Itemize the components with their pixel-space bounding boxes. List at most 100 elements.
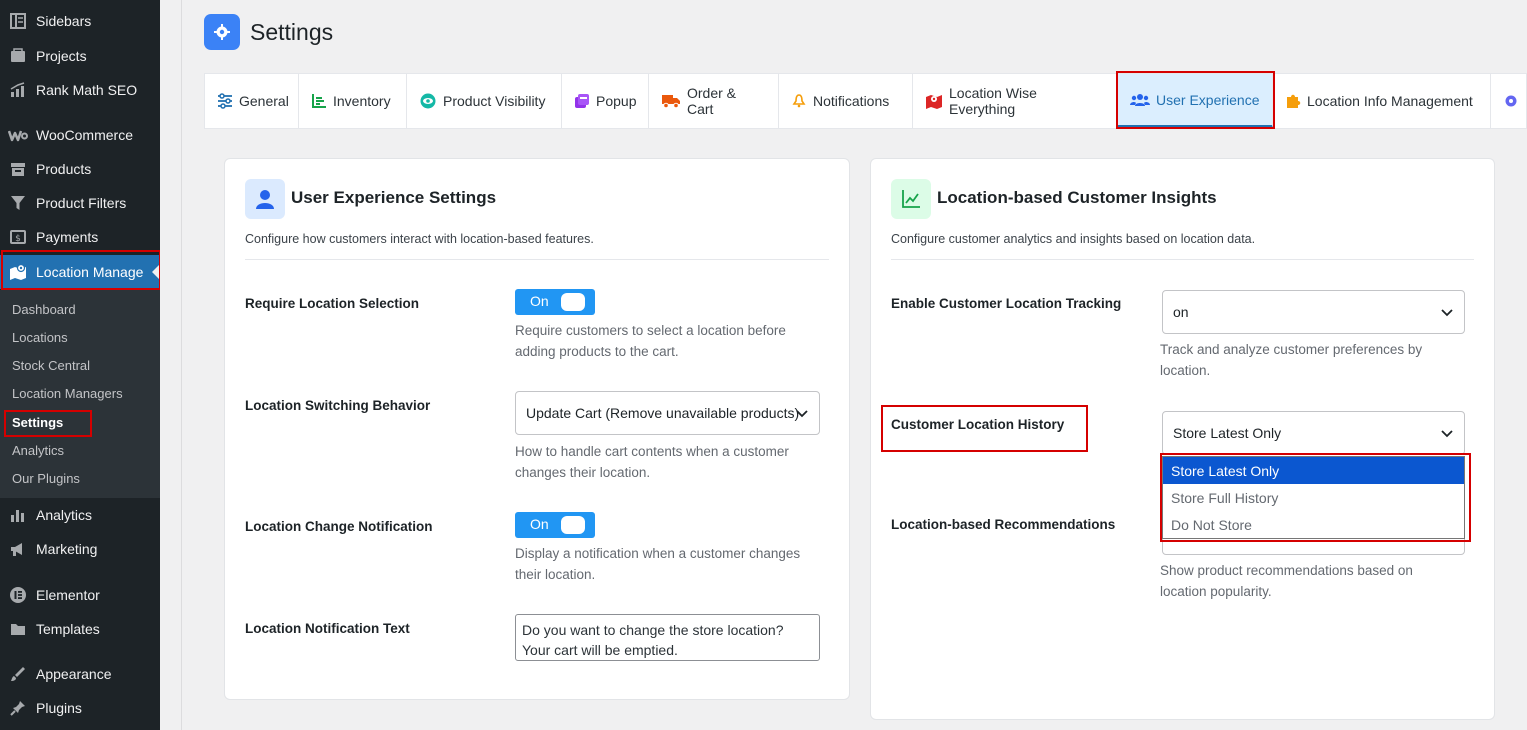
tab-order-cart[interactable]: Order & Cart xyxy=(649,74,779,128)
tab-label: Location Info Management xyxy=(1307,93,1473,109)
tab-popup[interactable]: Popup xyxy=(562,74,649,128)
sidebar-item-label: Location Manage xyxy=(36,264,144,280)
location-history-select[interactable]: Store Latest Only xyxy=(1162,411,1465,455)
tab-notifications[interactable]: Notifications xyxy=(779,74,913,128)
select-value: Update Cart (Remove unavailable products… xyxy=(526,405,800,421)
switching-behavior-label: Location Switching Behavior xyxy=(245,398,431,413)
sidebar-item-location-manage[interactable]: Location Manage xyxy=(0,255,160,289)
card-title: Location-based Customer Insights xyxy=(937,188,1217,207)
tab-label: User Experience xyxy=(1156,91,1260,108)
submenu-item-dashboard[interactable]: Dashboard xyxy=(12,302,76,317)
change-notification-toggle[interactable]: On xyxy=(515,512,595,538)
recommendations-label: Location-based Recommendations xyxy=(891,517,1116,532)
sidebar-item-products[interactable]: Products xyxy=(0,152,160,186)
location-history-label: Customer Location History xyxy=(891,417,1065,432)
notification-text-textarea[interactable]: Do you want to change the store location… xyxy=(515,614,820,661)
chevron-down-icon xyxy=(1441,309,1453,317)
sidebar-item-templates[interactable]: Templates xyxy=(0,612,160,646)
location-map-icon xyxy=(0,263,36,281)
textarea-line: Do you want to change the store location… xyxy=(522,622,784,638)
divider xyxy=(245,259,829,260)
sidebar-item-rank-math[interactable]: Rank Math SEO xyxy=(0,73,160,107)
sidebar-item-marketing[interactable]: Marketing xyxy=(0,532,160,566)
switching-behavior-select[interactable]: Update Cart (Remove unavailable products… xyxy=(515,391,820,435)
help-line: Track and analyze customer preferences b… xyxy=(1160,342,1423,357)
change-notification-label: Location Change Notification xyxy=(245,519,433,534)
dropdown-option[interactable]: Store Full History xyxy=(1163,484,1464,511)
gear-icon xyxy=(1505,95,1517,107)
tab-inventory[interactable]: Inventory xyxy=(299,74,407,128)
require-location-toggle[interactable]: On xyxy=(515,289,595,315)
notification-text-label: Location Notification Text xyxy=(245,621,410,636)
woocommerce-icon xyxy=(0,128,36,142)
settings-tabs: General Inventory Product Visibility Pop… xyxy=(204,73,1527,129)
tab-label: Order & Cart xyxy=(687,85,737,117)
change-notification-help: Display a notification when a customer c… xyxy=(515,543,800,585)
sidebar-item-woocommerce[interactable]: WooCommerce xyxy=(0,118,160,152)
inventory-chart-icon xyxy=(312,94,326,108)
templates-icon xyxy=(0,620,36,638)
sidebar-item-plugins[interactable]: Plugins xyxy=(0,691,160,725)
submenu-item-location-managers[interactable]: Location Managers xyxy=(12,386,123,401)
tracking-label: Enable Customer Location Tracking xyxy=(891,296,1122,311)
sidebar-item-payments[interactable]: $ Payments xyxy=(0,220,160,254)
tab-location-info-management[interactable]: Location Info Management xyxy=(1273,74,1491,128)
admin-sidebar: Sidebars Projects Rank Math SEO WooComme… xyxy=(0,0,161,730)
card-title: User Experience Settings xyxy=(291,188,497,207)
tracking-select[interactable]: on xyxy=(1162,290,1465,334)
submenu-item-analytics[interactable]: Analytics xyxy=(12,443,64,458)
projects-icon xyxy=(0,47,36,65)
help-line: How to handle cart contents when a custo… xyxy=(515,444,789,459)
puzzle-icon xyxy=(1287,94,1301,108)
toggle-label: On xyxy=(530,293,549,309)
svg-text:$: $ xyxy=(15,234,21,244)
sidebar-item-label: Plugins xyxy=(36,700,82,716)
help-line: Show product recommendations based on xyxy=(1160,563,1413,578)
sidebar-item-label: Projects xyxy=(36,48,87,64)
filter-icon xyxy=(0,194,36,212)
dropdown-option[interactable]: Do Not Store xyxy=(1163,511,1464,538)
help-line: location. xyxy=(1160,363,1211,378)
sidebar-item-label: Product Filters xyxy=(36,195,127,211)
submenu-item-stock-central[interactable]: Stock Central xyxy=(12,358,90,373)
tab-general[interactable]: General xyxy=(205,74,299,128)
submenu-item-settings[interactable]: Settings xyxy=(12,415,63,430)
sidebar-item-label: Rank Math SEO xyxy=(36,82,138,98)
select-value: on xyxy=(1173,304,1189,320)
card-description: Configure customer analytics and insight… xyxy=(891,232,1256,246)
toggle-knob xyxy=(561,293,585,311)
submenu-item-locations[interactable]: Locations xyxy=(12,330,68,345)
rank-math-icon xyxy=(0,81,36,99)
sliders-icon xyxy=(218,93,232,109)
sidebar-item-label: Marketing xyxy=(36,541,98,557)
submenu-item-our-plugins[interactable]: Our Plugins xyxy=(12,471,80,486)
tab-user-experience[interactable]: User Experience xyxy=(1118,74,1273,128)
sidebar-item-analytics[interactable]: Analytics xyxy=(0,498,160,532)
sidebar-item-product-filters[interactable]: Product Filters xyxy=(0,186,160,220)
sidebar-item-elementor[interactable]: Elementor xyxy=(0,578,160,612)
main-content: Settings General Inventory Product Visib… xyxy=(182,0,1527,730)
dropdown-option[interactable]: Store Latest Only xyxy=(1163,457,1464,484)
sidebar-item-appearance[interactable]: Appearance xyxy=(0,657,160,691)
page-title: Settings xyxy=(250,19,334,45)
content-gutter xyxy=(160,0,182,730)
sidebar-item-projects[interactable]: Projects xyxy=(0,39,160,73)
products-icon xyxy=(0,160,36,178)
toggle-knob xyxy=(561,516,585,534)
chart-line-icon xyxy=(891,179,931,219)
payments-icon: $ xyxy=(0,228,36,246)
tab-product-visibility[interactable]: Product Visibility xyxy=(407,74,562,128)
help-line: adding products to the cart. xyxy=(515,344,679,359)
sidebar-item-sidebars[interactable]: Sidebars xyxy=(0,4,160,38)
select-value: Store Latest Only xyxy=(1173,425,1282,441)
sidebar-item-label: WooCommerce xyxy=(36,127,133,143)
analytics-icon xyxy=(0,506,36,524)
popup-icon xyxy=(575,94,589,108)
tab-label: Product Visibility xyxy=(443,93,546,109)
help-line: Require customers to select a location b… xyxy=(515,323,786,338)
marketing-icon xyxy=(0,540,36,558)
help-line: their location. xyxy=(515,567,596,582)
require-location-label: Require Location Selection xyxy=(245,296,420,311)
tab-overflow[interactable] xyxy=(1491,74,1526,128)
tab-location-wise-everything[interactable]: Location Wise Everything xyxy=(913,74,1118,128)
